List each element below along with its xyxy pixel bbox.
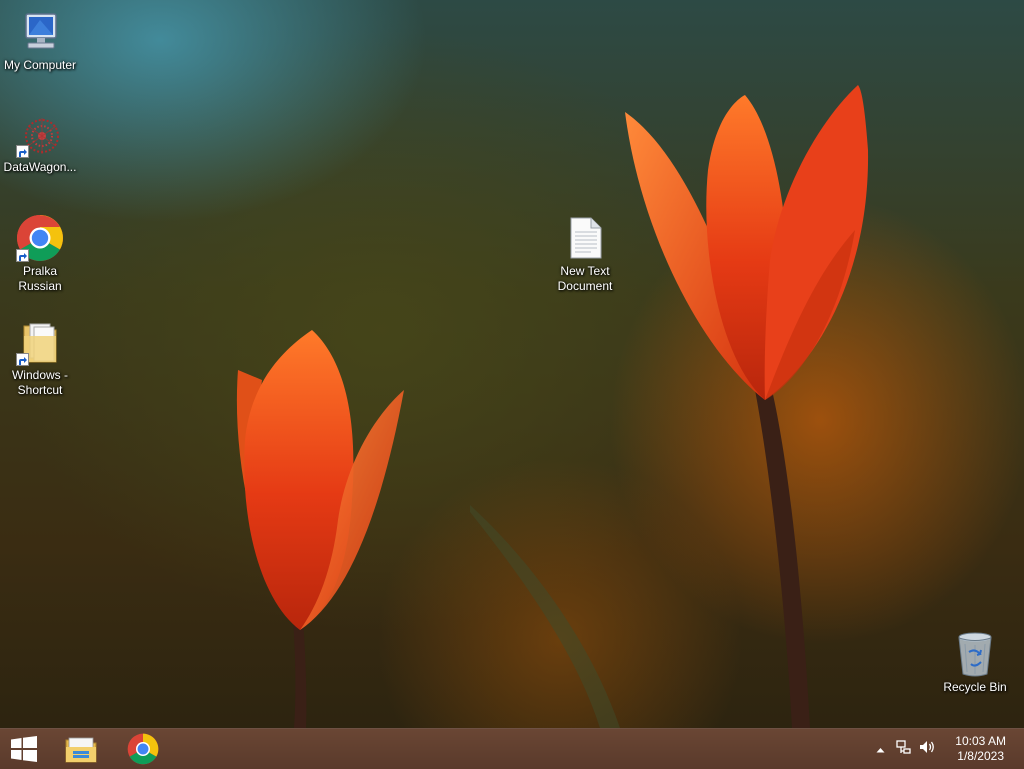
chrome-icon (127, 733, 159, 765)
system-tray (872, 729, 940, 769)
chrome-icon (16, 214, 64, 262)
desktop[interactable]: My Computer DataWagon... Pralka Russian … (0, 0, 1024, 728)
taskbar-file-explorer-button[interactable] (56, 729, 106, 769)
clock-date: 1/8/2023 (957, 749, 1004, 763)
datawagon-app-icon (16, 110, 64, 158)
start-button[interactable] (0, 729, 48, 769)
network-icon[interactable] (892, 739, 916, 760)
text-document-icon (561, 214, 609, 262)
desktop-icon-label: Recycle Bin (943, 680, 1007, 694)
desktop-icon-label: DataWagon... (3, 160, 77, 174)
shortcut-arrow-icon (16, 249, 29, 262)
desktop-icon-recycle-bin[interactable]: Recycle Bin (935, 630, 1015, 695)
shortcut-arrow-icon (16, 353, 29, 366)
desktop-icon-label: Pralka Russian (18, 264, 62, 293)
show-hidden-icons-icon[interactable] (872, 740, 888, 758)
folder-icon (16, 318, 64, 366)
desktop-icon-pralka-russian[interactable]: Pralka Russian (0, 214, 80, 294)
taskbar: 10:03 AM 1/8/2023 (0, 728, 1024, 769)
desktop-icon-label: New Text Document (557, 264, 613, 293)
windows-logo-icon (11, 736, 37, 762)
desktop-icon-datawagon[interactable]: DataWagon... (0, 110, 80, 175)
taskbar-chrome-button[interactable] (118, 729, 168, 769)
recycle-bin-icon (951, 630, 999, 678)
desktop-icon-windows-shortcut[interactable]: Windows - Shortcut (0, 318, 80, 398)
desktop-icon-label: My Computer (3, 58, 77, 72)
clock-time: 10:03 AM (955, 734, 1006, 748)
wallpaper-tulips (236, 85, 869, 728)
shortcut-arrow-icon (16, 145, 29, 158)
desktop-icon-label: Windows - Shortcut (11, 368, 68, 397)
desktop-icon-new-text-document[interactable]: New Text Document (545, 214, 625, 294)
file-explorer-icon (65, 737, 97, 763)
taskbar-clock[interactable]: 10:03 AM 1/8/2023 (955, 734, 1006, 764)
volume-icon[interactable] (916, 739, 940, 760)
desktop-icon-my-computer[interactable]: My Computer (0, 8, 80, 73)
computer-icon (16, 8, 64, 56)
